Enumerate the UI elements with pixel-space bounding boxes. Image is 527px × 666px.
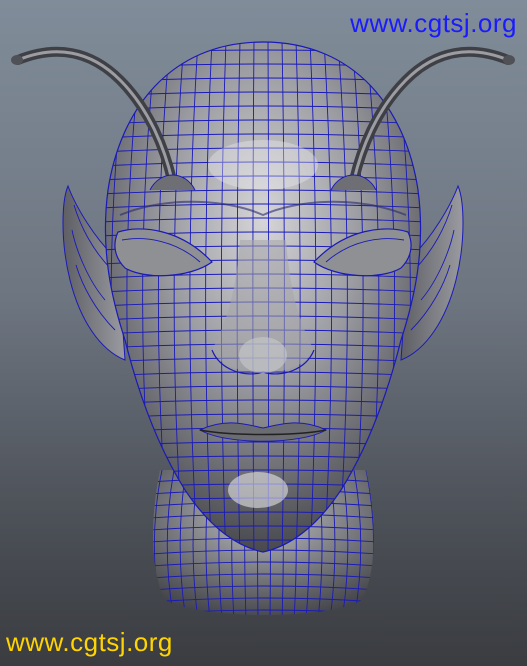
chin-highlight — [228, 472, 288, 508]
wire-line — [378, 470, 387, 620]
forehead-highlight — [208, 140, 318, 190]
wire-line — [141, 470, 150, 620]
watermark-top-right: www.cgtsj.org — [350, 8, 517, 38]
head-render — [11, 41, 515, 620]
3d-viewport[interactable] — [0, 0, 527, 666]
watermark-bottom-left: www.cgtsj.org — [6, 627, 173, 657]
